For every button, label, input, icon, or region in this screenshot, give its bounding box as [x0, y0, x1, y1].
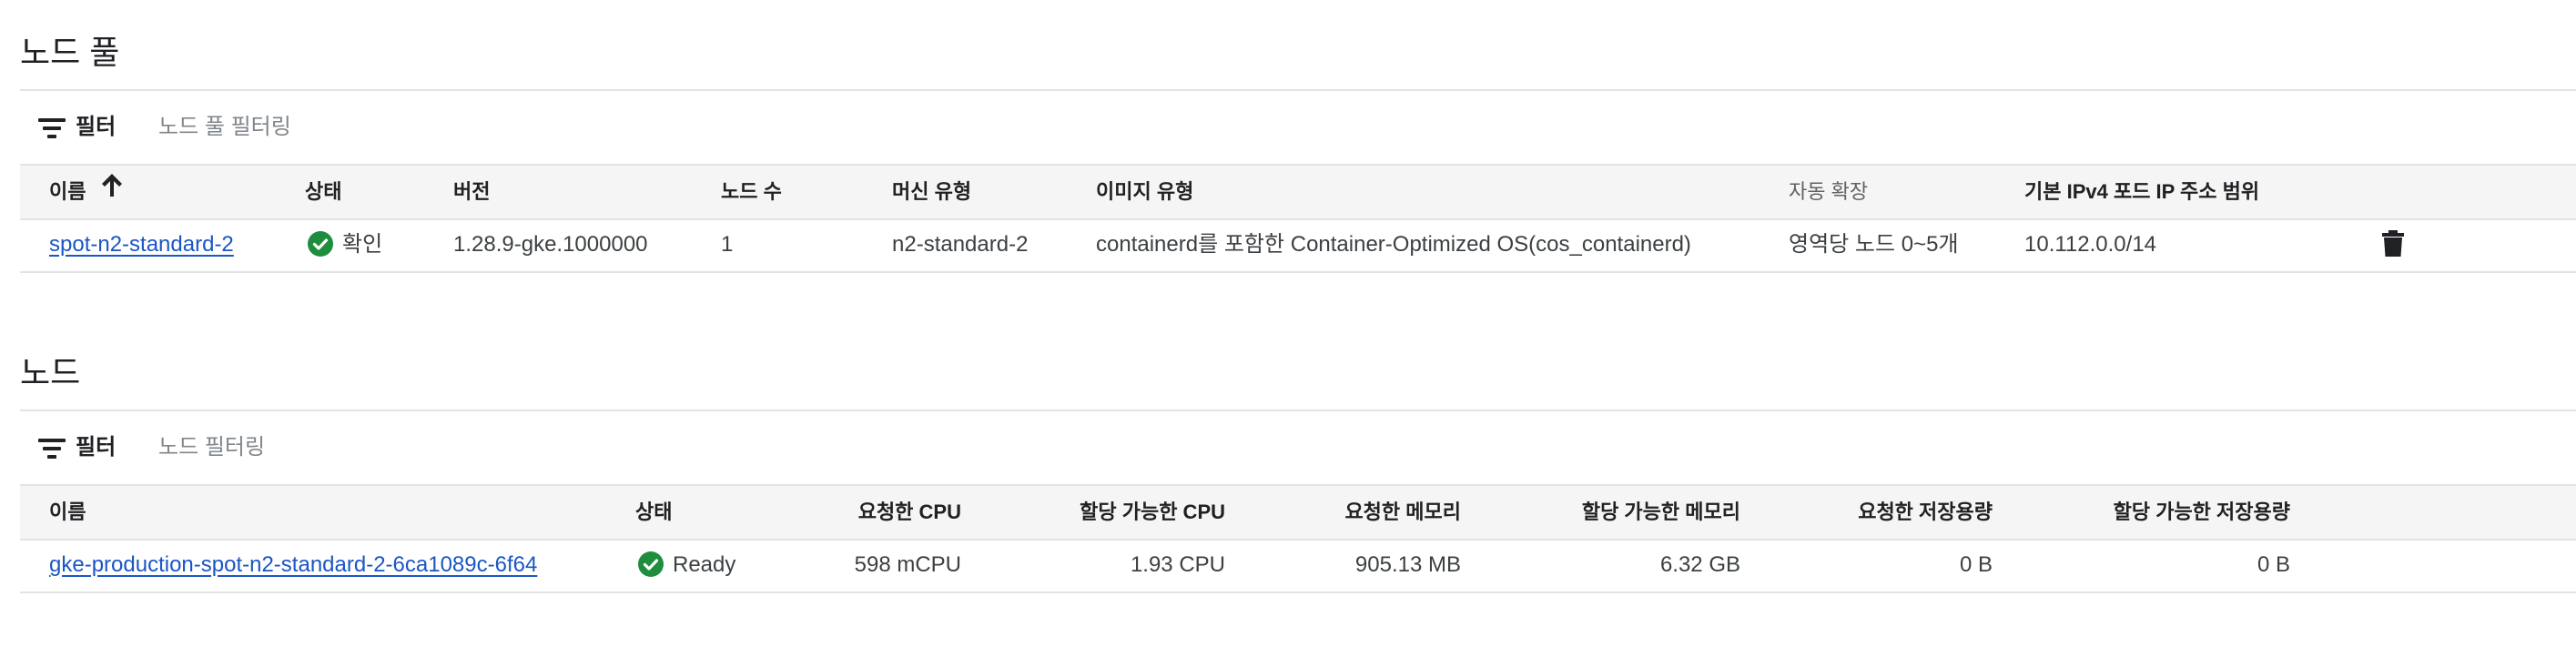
column-header-allocatable-storage[interactable]: 할당 가능한 저장용량 — [2114, 486, 2290, 539]
node-requested-storage: 0 B — [1959, 552, 1993, 577]
column-header-status[interactable]: 상태 — [635, 486, 672, 539]
node-status-label: Ready — [673, 552, 736, 577]
column-header-requested-memory[interactable]: 요청한 메모리 — [1344, 486, 1461, 539]
check-circle-icon — [638, 551, 664, 577]
node-requested-cpu: 598 mCPU — [854, 552, 961, 577]
nodes-filter-bar[interactable] — [20, 411, 2576, 484]
nodes-filter-label[interactable]: 필터 — [76, 411, 116, 484]
filter-list-icon[interactable] — [38, 439, 66, 459]
node-link[interactable]: gke-production-spot-n2-standard-2-6ca108… — [49, 552, 537, 577]
node-allocatable-cpu: 1.93 CPU — [1130, 552, 1225, 577]
node-allocatable-storage: 0 B — [2257, 552, 2290, 577]
column-header-name[interactable]: 이름 — [49, 486, 86, 539]
nodes-title: 노드 — [20, 354, 81, 391]
node-requested-memory: 905.13 MB — [1354, 552, 1461, 577]
column-header-allocatable-cpu[interactable]: 할당 가능한 CPU — [1080, 486, 1225, 539]
column-header-requested-cpu[interactable]: 요청한 CPU — [858, 486, 961, 539]
nodes-filter-input[interactable]: 노드 필터링 — [158, 411, 265, 484]
column-header-requested-storage[interactable]: 요청한 저장용량 — [1858, 486, 1993, 539]
node-allocatable-memory: 6.32 GB — [1659, 552, 1740, 577]
column-header-allocatable-memory[interactable]: 할당 가능한 메모리 — [1582, 486, 1740, 539]
node-status-cell: Ready — [638, 539, 735, 591]
node-name-cell: gke-production-spot-n2-standard-2-6ca108… — [49, 539, 537, 591]
nodes-table-header: 이름 상태 요청한 CPU 할당 가능한 CPU 요청한 메모리 할당 가능한 … — [20, 484, 2576, 541]
table-row: gke-production-spot-n2-standard-2-6ca108… — [20, 539, 2576, 593]
nodes-section: 노드 필터 노드 필터링 이름 상태 요청한 CPU 할당 가능한 CPU 요청… — [0, 0, 2576, 657]
